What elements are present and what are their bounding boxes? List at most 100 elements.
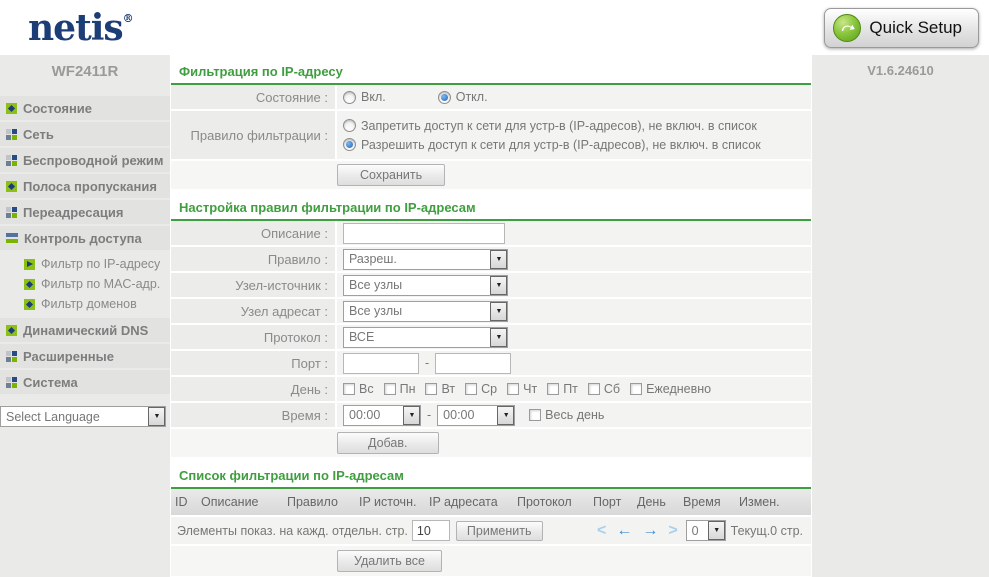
filter-list-header: ID Описание Правило IP источн. IP адреса… (171, 489, 811, 515)
registered-mark: ® (123, 12, 134, 25)
delete-all-button[interactable]: Удалить все (337, 550, 442, 572)
rule-allow-radio[interactable] (343, 138, 356, 151)
dest-host-row: Узел адресат : Все узлы▼ (171, 299, 811, 323)
chevron-down-icon: ▼ (490, 276, 507, 295)
sidebar-item-wireless[interactable]: Беспроводной режим (0, 148, 170, 172)
save-button[interactable]: Сохранить (337, 164, 445, 186)
sidebar-item-system[interactable]: Система (0, 370, 170, 394)
quick-setup-button[interactable]: Quick Setup (824, 8, 979, 48)
sidebar-subitem-ip-filter[interactable]: Фильтр по IP-адресу (24, 254, 170, 274)
col-id: ID (171, 495, 197, 509)
day-tue-checkbox[interactable] (425, 383, 437, 395)
day-wed-checkbox[interactable] (465, 383, 477, 395)
description-row: Описание : (171, 221, 811, 245)
col-day: День (633, 495, 679, 509)
sidebar-item-advanced[interactable]: Расширенные (0, 344, 170, 368)
prev-page-arrow[interactable]: ← (616, 523, 632, 539)
firmware-version: V1.6.24610 (812, 55, 989, 78)
sidebar-item-forwarding[interactable]: Переадресация (0, 200, 170, 224)
port-from-input[interactable] (343, 353, 419, 374)
sidebar-item-bandwidth[interactable]: Полоса пропускания (0, 174, 170, 198)
quick-setup-label: Quick Setup (869, 18, 962, 38)
language-select[interactable]: Select Language ▼ (0, 406, 166, 427)
time-from-select[interactable]: 00:00▼ (343, 405, 421, 426)
main-content: Фильтрация по IP-адресу Состояние : Вкл.… (170, 55, 812, 577)
col-time: Время (679, 495, 735, 509)
green-square-icon (24, 299, 35, 310)
per-page-label: Элементы показ. на кажд. отдельн. стр. (177, 524, 408, 538)
bars-icon (6, 233, 18, 244)
netis-logo: netis® (28, 10, 134, 46)
rule-deny-radio[interactable] (343, 119, 356, 132)
filter-rule-label: Правило фильтрации : (171, 111, 335, 159)
green-square-icon (24, 279, 35, 290)
section-title-filter-list: Список фильтрации по IP-адресам (171, 459, 811, 489)
dest-host-select[interactable]: Все узлы▼ (343, 301, 508, 322)
day-thu-checkbox[interactable] (507, 383, 519, 395)
sidebar-item-access-control[interactable]: Контроль доступа (0, 226, 170, 250)
col-protocol: Протокол (513, 495, 589, 509)
pagination-row: Элементы показ. на кажд. отдельн. стр. П… (171, 517, 811, 544)
all-day-checkbox[interactable] (529, 409, 541, 421)
green-square-icon (6, 325, 17, 336)
col-rule: Правило (283, 495, 355, 509)
add-row: Добав. (171, 429, 811, 457)
add-button[interactable]: Добав. (337, 432, 439, 454)
col-ip-source: IP источн. (355, 495, 425, 509)
day-fri-checkbox[interactable] (547, 383, 559, 395)
protocol-row: Протокол : ВСЕ▼ (171, 325, 811, 349)
sidebar-subitem-mac-filter[interactable]: Фильтр по MAC-адр. (24, 274, 170, 294)
grid-icon (6, 155, 17, 166)
rule-row: Правило : Разреш.▼ (171, 247, 811, 271)
access-control-submenu: Фильтр по IP-адресу Фильтр по MAC-адр. Ф… (0, 252, 170, 318)
source-host-select[interactable]: Все узлы▼ (343, 275, 508, 296)
sidebar-subitem-domain-filter[interactable]: Фильтр доменов (24, 294, 170, 314)
chevron-down-icon: ▼ (497, 406, 514, 425)
col-description: Описание (197, 495, 283, 509)
device-model: WF2411R (0, 55, 170, 86)
section-title-rule-setup: Настройка правил фильтрации по IP-адреса… (171, 191, 811, 221)
grid-icon (6, 377, 17, 388)
filter-rule-row: Правило фильтрации : Запретить доступ к … (171, 111, 811, 159)
chevron-down-icon: ▼ (490, 250, 507, 269)
state-label: Состояние : (171, 85, 335, 109)
apply-button[interactable]: Применить (456, 521, 543, 541)
port-row: Порт : - (171, 351, 811, 375)
state-off-radio[interactable] (438, 91, 451, 104)
sidebar-item-status[interactable]: Состояние (0, 96, 170, 120)
day-mon-checkbox[interactable] (384, 383, 396, 395)
source-host-row: Узел-источник : Все узлы▼ (171, 273, 811, 297)
per-page-input[interactable] (412, 520, 450, 541)
rule-select[interactable]: Разреш.▼ (343, 249, 508, 270)
description-input[interactable] (343, 223, 505, 244)
state-on-radio[interactable] (343, 91, 356, 104)
chevron-down-icon: ▼ (490, 302, 507, 321)
col-ip-dest: IP адресата (425, 495, 513, 509)
grid-icon (6, 207, 17, 218)
time-to-select[interactable]: 00:00▼ (437, 405, 515, 426)
green-square-icon (6, 181, 17, 192)
play-icon (24, 259, 35, 270)
section-title-ip-filtering: Фильтрация по IP-адресу (171, 55, 811, 85)
day-row: День : Вс Пн Вт Ср Чт Пт Сб Ежедневно (171, 377, 811, 401)
day-everyday-checkbox[interactable] (630, 383, 642, 395)
protocol-select[interactable]: ВСЕ▼ (343, 327, 508, 348)
sidebar-item-ddns[interactable]: Динамический DNS (0, 318, 170, 342)
next-page-arrow[interactable]: → (642, 523, 658, 539)
current-page-label: Текущ.0 стр. (731, 524, 803, 538)
sidebar: WF2411R Состояние Сеть Беспроводной режи… (0, 55, 170, 577)
first-page-arrow[interactable]: < (597, 523, 606, 539)
col-modify: Измен. (735, 495, 811, 509)
delete-all-row: Удалить все (171, 546, 811, 576)
last-page-arrow[interactable]: > (668, 523, 677, 539)
port-to-input[interactable] (435, 353, 511, 374)
page-select[interactable]: 0▼ (686, 520, 726, 541)
col-port: Порт (589, 495, 633, 509)
sidebar-item-network[interactable]: Сеть (0, 122, 170, 146)
time-row: Время : 00:00▼ - 00:00▼ Весь день (171, 403, 811, 427)
save-row: Сохранить (171, 161, 811, 189)
chevron-down-icon: ▼ (490, 328, 507, 347)
day-sun-checkbox[interactable] (343, 383, 355, 395)
quick-setup-arrow-icon (833, 14, 861, 42)
day-sat-checkbox[interactable] (588, 383, 600, 395)
